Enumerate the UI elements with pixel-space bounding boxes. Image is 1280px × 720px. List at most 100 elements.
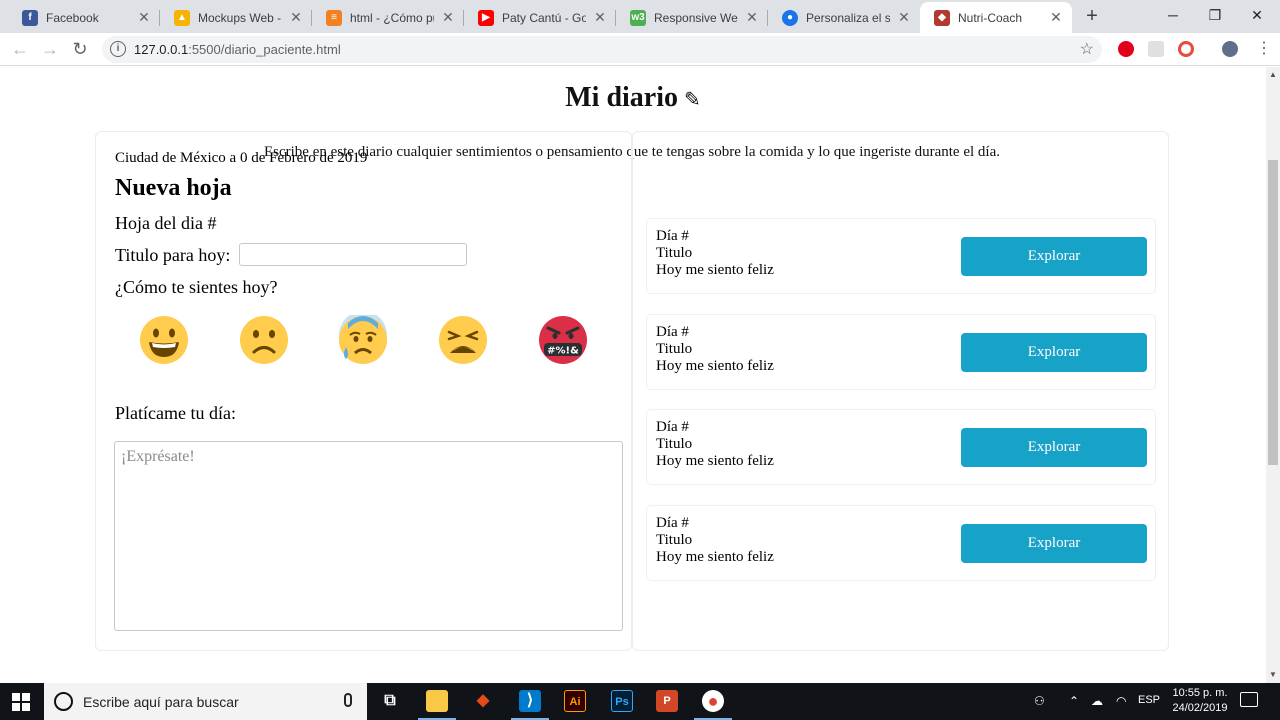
browser-toolbar: ← → ↻ i 127.0.0.1:5500/diario_paciente.h… [0, 33, 1280, 66]
new-sheet-heading: Nueva hoja [115, 175, 232, 201]
tab-label: html - ¿Cómo pue [350, 10, 434, 25]
title-label: Titulo para hoy: [115, 245, 231, 265]
explore-button[interactable]: Explorar [961, 237, 1147, 276]
taskbar-clock[interactable]: 10:55 p. m. 24/02/2019 [1162, 686, 1238, 716]
page-title-text: Mi diario [565, 82, 678, 113]
close-icon[interactable]: ✕ [592, 9, 608, 26]
file-explorer-icon[interactable]: ▬ [418, 690, 456, 720]
forward-button[interactable]: → [38, 37, 62, 61]
microphone-icon[interactable] [344, 693, 352, 707]
chrome-icon[interactable]: ● [694, 690, 732, 720]
day-number-label: Hoja del dia # [115, 213, 217, 233]
people-icon[interactable]: ⚇ [1034, 694, 1045, 708]
extension-icon[interactable] [1148, 41, 1164, 57]
tab-stackoverflow[interactable]: ≡ html - ¿Cómo pue ✕ [312, 2, 464, 33]
w3schools-icon: w3 [630, 9, 646, 26]
clock-time: 10:55 p. m. [1172, 687, 1228, 699]
scroll-up-arrow[interactable]: ▲ [1266, 68, 1280, 82]
nutri-coach-icon: ◆ [934, 9, 950, 26]
tab-youtube[interactable]: ▶ Paty Cantú - Goma ✕ [464, 2, 616, 33]
scrollbar-thumb[interactable] [1268, 160, 1278, 465]
story-placeholder: ¡Exprésate! [121, 448, 195, 465]
info-icon[interactable]: i [110, 41, 126, 57]
entry-feeling: Hoy me siento feliz [656, 453, 774, 469]
windows-taskbar: Escribe aquí para buscar ⧉ ▬ ◆ ⟩ Ai Ps P… [0, 683, 1280, 720]
close-window-button[interactable]: ✕ [1234, 0, 1280, 30]
browser-tab-bar: f Facebook ✕ ▲ Mockups Web - G ✕ ≡ html … [0, 0, 1280, 33]
anxious-emoji[interactable] [338, 315, 388, 365]
entry-title: Titulo [656, 436, 693, 452]
wifi-icon[interactable]: ◠ [1116, 694, 1126, 708]
tab-label: Nutri-Coach [958, 10, 1023, 25]
record-extension-icon[interactable] [1178, 41, 1194, 57]
back-button[interactable]: ← [8, 37, 32, 61]
title-input[interactable] [239, 243, 467, 266]
new-tab-button[interactable]: + [1082, 6, 1102, 26]
explore-button[interactable]: Explorar [961, 333, 1147, 372]
tab-nutri-coach[interactable]: ◆ Nutri-Coach ✕ [920, 2, 1072, 33]
close-icon[interactable]: ✕ [896, 9, 912, 26]
story-textarea[interactable]: ¡Exprésate! [114, 441, 623, 631]
task-view-icon[interactable]: ⧉ [379, 690, 401, 712]
windows-start-icon[interactable] [12, 693, 30, 711]
url-text: 127.0.0.1:5500/diario_paciente.html [134, 42, 341, 57]
photoshop-icon[interactable]: Ps [611, 690, 633, 712]
url-host: 127.0.0.1 [134, 42, 189, 57]
sad-emoji[interactable] [239, 315, 289, 365]
tab-personaliza[interactable]: ● Personaliza el scro ✕ [768, 2, 920, 33]
close-icon[interactable]: ✕ [288, 9, 304, 26]
entry-title: Titulo [656, 245, 693, 261]
tab-w3schools[interactable]: w3 Responsive Web D ✕ [616, 2, 768, 33]
tired-emoji[interactable] [438, 315, 488, 365]
vscode-icon[interactable]: ⟩ [511, 690, 549, 720]
chevron-up-icon[interactable]: ⌃ [1069, 694, 1079, 708]
clock-date: 24/02/2019 [1172, 702, 1228, 714]
onedrive-icon[interactable]: ☁ [1091, 694, 1103, 708]
illustrator-icon[interactable]: Ai [564, 690, 586, 712]
stackoverflow-icon: ≡ [326, 9, 342, 26]
minimize-button[interactable]: ─ [1150, 0, 1196, 30]
cortana-icon [54, 692, 73, 711]
language-indicator[interactable]: ESP [1138, 694, 1160, 706]
opera-extension-icon[interactable] [1118, 41, 1134, 57]
angry-emoji[interactable]: #%!& [538, 315, 588, 365]
tab-label: Mockups Web - G [198, 10, 282, 25]
reload-button[interactable]: ↻ [68, 37, 92, 61]
scroll-down-arrow[interactable]: ▼ [1266, 668, 1280, 682]
entry-day: Día # [656, 419, 689, 435]
notifications-icon[interactable] [1240, 692, 1258, 707]
entry-card: Día # Titulo Hoy me siento feliz Explora… [646, 409, 1156, 485]
close-icon[interactable]: ✕ [1048, 9, 1064, 26]
close-icon[interactable]: ✕ [136, 9, 152, 26]
entry-day: Día # [656, 228, 689, 244]
tab-label: Personaliza el scro [806, 10, 890, 25]
svg-text:#%!&: #%!& [547, 346, 579, 357]
powerpoint-icon[interactable]: P [656, 690, 678, 712]
git-kraken-icon[interactable]: ◆ [472, 690, 494, 712]
entry-feeling: Hoy me siento feliz [656, 549, 774, 565]
maximize-button[interactable]: ❐ [1192, 0, 1238, 30]
tab-label: Facebook [46, 10, 99, 25]
taskbar-search-box[interactable]: Escribe aquí para buscar [44, 683, 367, 720]
explore-button[interactable]: Explorar [961, 428, 1147, 467]
tab-label: Paty Cantú - Goma [502, 10, 586, 25]
address-bar[interactable]: i 127.0.0.1:5500/diario_paciente.html ☆ [102, 36, 1102, 63]
entry-card: Día # Titulo Hoy me siento feliz Explora… [646, 314, 1156, 390]
happy-emoji[interactable] [139, 315, 189, 365]
close-icon[interactable]: ✕ [744, 9, 760, 26]
tab-mockups[interactable]: ▲ Mockups Web - G ✕ [160, 2, 312, 33]
url-path: :5500/diario_paciente.html [188, 42, 341, 57]
entry-card: Día # Titulo Hoy me siento feliz Explora… [646, 218, 1156, 294]
profile-avatar[interactable] [1222, 41, 1238, 57]
youtube-icon: ▶ [478, 9, 494, 26]
close-icon[interactable]: ✕ [440, 9, 456, 26]
pencil-icon: ✎ [684, 89, 701, 111]
menu-icon[interactable]: ⋮ [1252, 37, 1276, 61]
feeling-label: ¿Cómo te sientes hoy? [115, 277, 278, 297]
explore-button[interactable]: Explorar [961, 524, 1147, 563]
tab-facebook[interactable]: f Facebook ✕ [8, 2, 160, 33]
bookmark-star-icon[interactable]: ☆ [1080, 39, 1094, 59]
entry-feeling: Hoy me siento feliz [656, 358, 774, 374]
chrome-settings-icon: ● [782, 9, 798, 26]
entry-title: Titulo [656, 532, 693, 548]
